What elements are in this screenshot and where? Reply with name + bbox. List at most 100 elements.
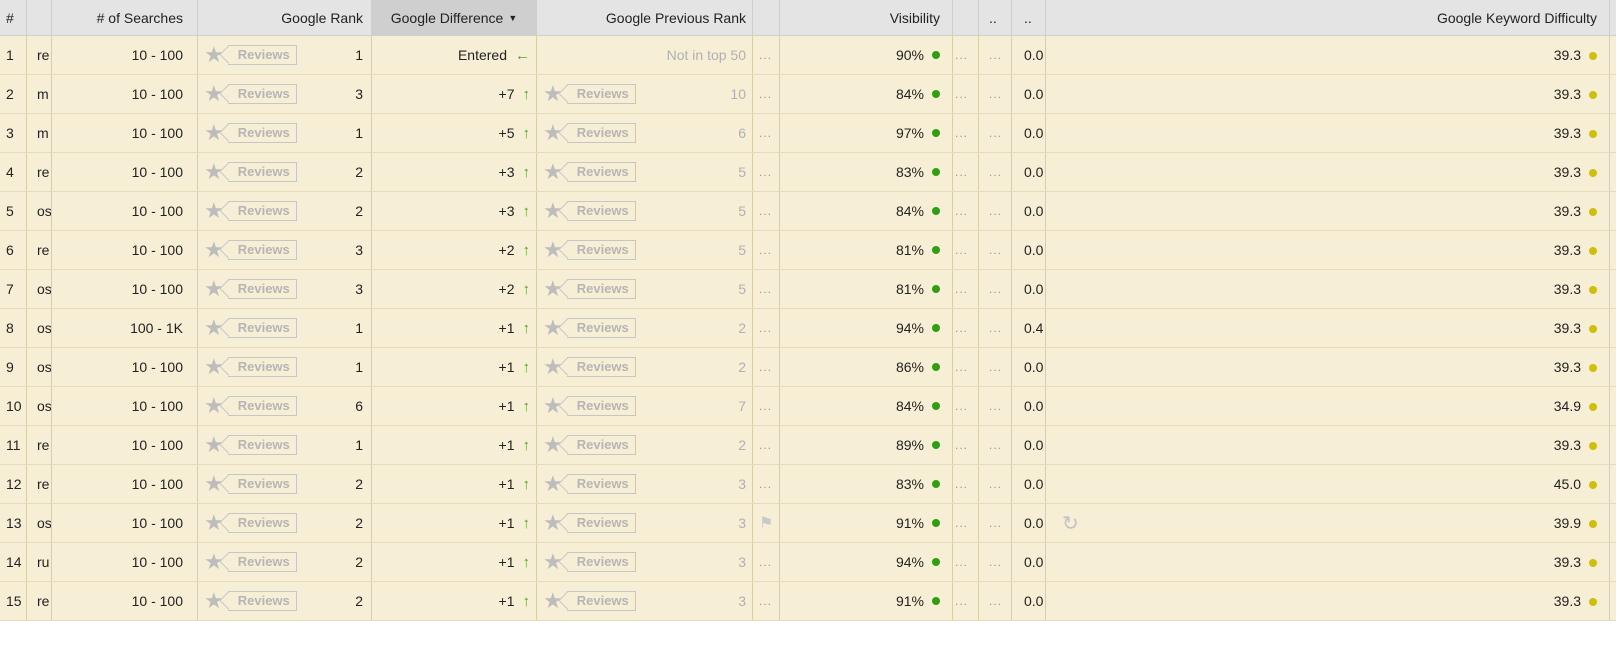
keyword-cell[interactable]: re [27, 426, 52, 464]
extra-cell-3[interactable]: ... [979, 465, 1012, 503]
table-row[interactable]: 4 re 10 - 100 ★ Reviews 2 +3 ↑ ★ Reviews 5... 83%..… [0, 153, 1616, 192]
extra-cell-1[interactable]: ... [753, 426, 780, 464]
table-row[interactable]: 10 os 10 - 100 ★ Reviews 6 +1 ↑ ★ Reviews 7... 84%.… [0, 387, 1616, 426]
table-row[interactable]: 6 re 10 - 100 ★ Reviews 3 +2 ↑ ★ Reviews 5... 81%..… [0, 231, 1616, 270]
column-header-google-difference[interactable]: Google Difference ▼ [372, 0, 537, 35]
column-header-extra-2[interactable] [953, 0, 979, 35]
column-header-extra-4[interactable]: .. [1012, 0, 1046, 35]
keyword-cell[interactable]: m [27, 75, 52, 113]
reviews-widget[interactable]: ★ Reviews [204, 473, 297, 495]
extra-cell-3[interactable]: ... [979, 387, 1012, 425]
extra-cell-3[interactable]: ... [979, 192, 1012, 230]
keyword-cell[interactable]: ru [27, 543, 52, 581]
extra-cell-3[interactable]: ... [979, 114, 1012, 152]
extra-cell-2[interactable]: ... [953, 387, 979, 425]
extra-cell-2[interactable]: ... [953, 231, 979, 269]
reviews-widget[interactable]: ★ Reviews [204, 395, 297, 417]
extra-cell-2[interactable]: ... [953, 114, 979, 152]
reviews-widget[interactable]: ★ Reviews [543, 278, 636, 300]
reviews-widget[interactable]: ★ Reviews [204, 590, 297, 612]
reviews-widget[interactable]: ★ Reviews [543, 434, 636, 456]
reviews-widget[interactable]: ★ Reviews [204, 434, 297, 456]
extra-cell-3[interactable]: ... [979, 231, 1012, 269]
extra-cell-2[interactable]: ... [953, 426, 979, 464]
column-header-keyword[interactable] [27, 0, 52, 35]
column-header-extra-3[interactable]: .. [979, 0, 1012, 35]
reviews-widget[interactable]: ★ Reviews [543, 317, 636, 339]
reviews-widget[interactable]: ★ Reviews [543, 473, 636, 495]
keyword-cell[interactable]: re [27, 465, 52, 503]
column-header-number[interactable]: # [0, 0, 27, 35]
extra-cell-2[interactable]: ... [953, 36, 979, 74]
extra-cell-2[interactable]: ... [953, 270, 979, 308]
extra-cell-2[interactable]: ... [953, 543, 979, 581]
reviews-widget[interactable]: ★ Reviews [543, 161, 636, 183]
column-header-extra-1[interactable] [753, 0, 780, 35]
reviews-widget[interactable]: ★ Reviews [204, 278, 297, 300]
extra-cell-1[interactable]: ⚑ [753, 504, 780, 542]
extra-cell-1[interactable]: ... [753, 582, 780, 620]
extra-cell-2[interactable]: ... [953, 465, 979, 503]
table-row[interactable]: 7 os 10 - 100 ★ Reviews 3 +2 ↑ ★ Reviews 5... 81%..… [0, 270, 1616, 309]
extra-cell-1[interactable]: ... [753, 114, 780, 152]
extra-cell-1[interactable]: ... [753, 270, 780, 308]
reviews-widget[interactable]: ★ Reviews [543, 239, 636, 261]
table-row[interactable]: 3 m 10 - 100 ★ Reviews 1 +5 ↑ ★ Reviews 6... 97%...… [0, 114, 1616, 153]
reviews-widget[interactable]: ★ Reviews [543, 512, 636, 534]
keyword-cell[interactable]: re [27, 582, 52, 620]
extra-cell-2[interactable]: ... [953, 348, 979, 386]
reviews-widget[interactable]: ★ Reviews [204, 317, 297, 339]
column-header-searches[interactable]: # of Searches [52, 0, 198, 35]
reviews-widget[interactable]: ★ Reviews [204, 200, 297, 222]
reviews-widget[interactable]: ★ Reviews [204, 356, 297, 378]
reviews-widget[interactable]: ★ Reviews [543, 590, 636, 612]
reviews-widget[interactable]: ★ Reviews [204, 83, 297, 105]
extra-cell-3[interactable]: ... [979, 153, 1012, 191]
extra-cell-2[interactable]: ... [953, 582, 979, 620]
extra-cell-2[interactable]: ... [953, 75, 979, 113]
reviews-widget[interactable]: ★ Reviews [543, 83, 636, 105]
keyword-cell[interactable]: re [27, 36, 52, 74]
table-row[interactable]: 2 m 10 - 100 ★ Reviews 3 +7 ↑ ★ Reviews 10... 84%..… [0, 75, 1616, 114]
extra-cell-1[interactable]: ... [753, 192, 780, 230]
table-row[interactable]: 9 os 10 - 100 ★ Reviews 1 +1 ↑ ★ Reviews 2... 86%..… [0, 348, 1616, 387]
refresh-icon[interactable]: ↻ [1062, 511, 1079, 536]
extra-cell-3[interactable]: ... [979, 543, 1012, 581]
reviews-widget[interactable]: ★ Reviews [204, 551, 297, 573]
table-row[interactable]: 1 re 10 - 100 ★ Reviews 1 Entered ← Not in top 5… [0, 36, 1616, 75]
table-row[interactable]: 15 re 10 - 100 ★ Reviews 2 +1 ↑ ★ Reviews 3... 91%.… [0, 582, 1616, 621]
reviews-widget[interactable]: ★ Reviews [543, 551, 636, 573]
keyword-cell[interactable]: os [27, 270, 52, 308]
reviews-widget[interactable]: ★ Reviews [204, 239, 297, 261]
reviews-widget[interactable]: ★ Reviews [204, 44, 297, 66]
extra-cell-1[interactable]: ... [753, 543, 780, 581]
table-row[interactable]: 14 ru 10 - 100 ★ Reviews 2 +1 ↑ ★ Reviews 3... 94%.… [0, 543, 1616, 582]
extra-cell-1[interactable]: ... [753, 75, 780, 113]
reviews-widget[interactable]: ★ Reviews [543, 122, 636, 144]
extra-cell-3[interactable]: ... [979, 270, 1012, 308]
table-row[interactable]: 13 os 10 - 100 ★ Reviews 2 +1 ↑ ★ Reviews 3 ⚑ 91%...… [0, 504, 1616, 543]
table-row[interactable]: 8 os 100 - 1K ★ Reviews 1 +1 ↑ ★ Reviews 2... 94%..… [0, 309, 1616, 348]
extra-cell-3[interactable]: ... [979, 75, 1012, 113]
keyword-cell[interactable]: os [27, 309, 52, 347]
reviews-widget[interactable]: ★ Reviews [204, 122, 297, 144]
table-row[interactable]: 11 re 10 - 100 ★ Reviews 1 +1 ↑ ★ Reviews 2... 89%.… [0, 426, 1616, 465]
extra-cell-2[interactable]: ... [953, 192, 979, 230]
extra-cell-1[interactable]: ... [753, 348, 780, 386]
table-row[interactable]: 12 re 10 - 100 ★ Reviews 2 +1 ↑ ★ Reviews 3... 83%.… [0, 465, 1616, 504]
keyword-cell[interactable]: os [27, 387, 52, 425]
reviews-widget[interactable]: ★ Reviews [543, 395, 636, 417]
extra-cell-3[interactable]: ... [979, 309, 1012, 347]
extra-cell-2[interactable]: ... [953, 309, 979, 347]
extra-cell-1[interactable]: ... [753, 465, 780, 503]
column-header-visibility[interactable]: Visibility [780, 0, 953, 35]
extra-cell-3[interactable]: ... [979, 504, 1012, 542]
reviews-widget[interactable]: ★ Reviews [543, 200, 636, 222]
keyword-cell[interactable]: os [27, 504, 52, 542]
extra-cell-2[interactable]: ... [953, 153, 979, 191]
reviews-widget[interactable]: ★ Reviews [204, 512, 297, 534]
extra-cell-1[interactable]: ... [753, 153, 780, 191]
reviews-widget[interactable]: ★ Reviews [204, 161, 297, 183]
column-header-keyword-difficulty[interactable]: Google Keyword Difficulty [1046, 0, 1610, 35]
extra-cell-1[interactable]: ... [753, 231, 780, 269]
